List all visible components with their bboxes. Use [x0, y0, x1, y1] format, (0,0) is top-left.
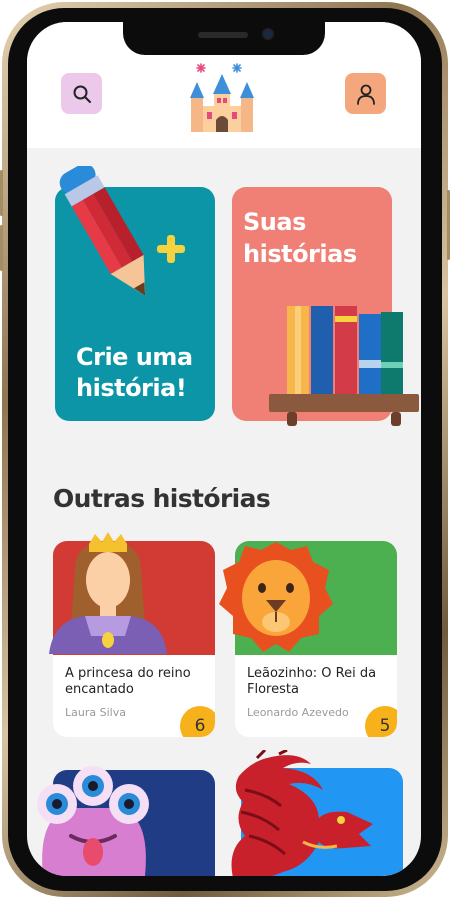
story-count-badge: 5 — [365, 706, 397, 737]
speaker-grille — [198, 32, 248, 38]
your-stories-title-line1: Suas — [243, 208, 306, 236]
castle-icon[interactable] — [187, 62, 257, 134]
monster-icon — [37, 766, 149, 876]
story-author: Leonardo Azevedo — [247, 706, 349, 719]
search-icon — [73, 85, 91, 103]
pencil-icon — [59, 166, 146, 296]
volume-up-button — [0, 170, 3, 216]
phone-notch — [123, 22, 325, 55]
lion-icon — [219, 542, 333, 652]
story-title: A princesa do reino encantado — [65, 666, 191, 697]
story-count-badge: 6 — [180, 706, 215, 737]
princess-icon — [49, 532, 167, 654]
front-camera — [262, 28, 274, 40]
other-stories-heading: Outras histórias — [53, 484, 271, 513]
user-icon — [356, 84, 375, 105]
search-button[interactable] — [61, 73, 102, 114]
story-title: Leãozinho: O Rei da Floresta — [247, 666, 377, 697]
dragon-icon — [231, 750, 373, 876]
bookshelf-icon — [269, 306, 419, 426]
app-screen: Crie uma história! Suas histórias Outras… — [27, 22, 421, 876]
plus-icon — [157, 235, 185, 263]
story-author: Laura Silva — [65, 706, 126, 719]
create-story-title-line2: história! — [76, 374, 187, 402]
volume-down-button — [0, 225, 3, 271]
profile-button[interactable] — [345, 73, 386, 114]
your-stories-title-line2: histórias — [243, 240, 357, 268]
create-story-title-line1: Crie uma — [76, 343, 193, 371]
